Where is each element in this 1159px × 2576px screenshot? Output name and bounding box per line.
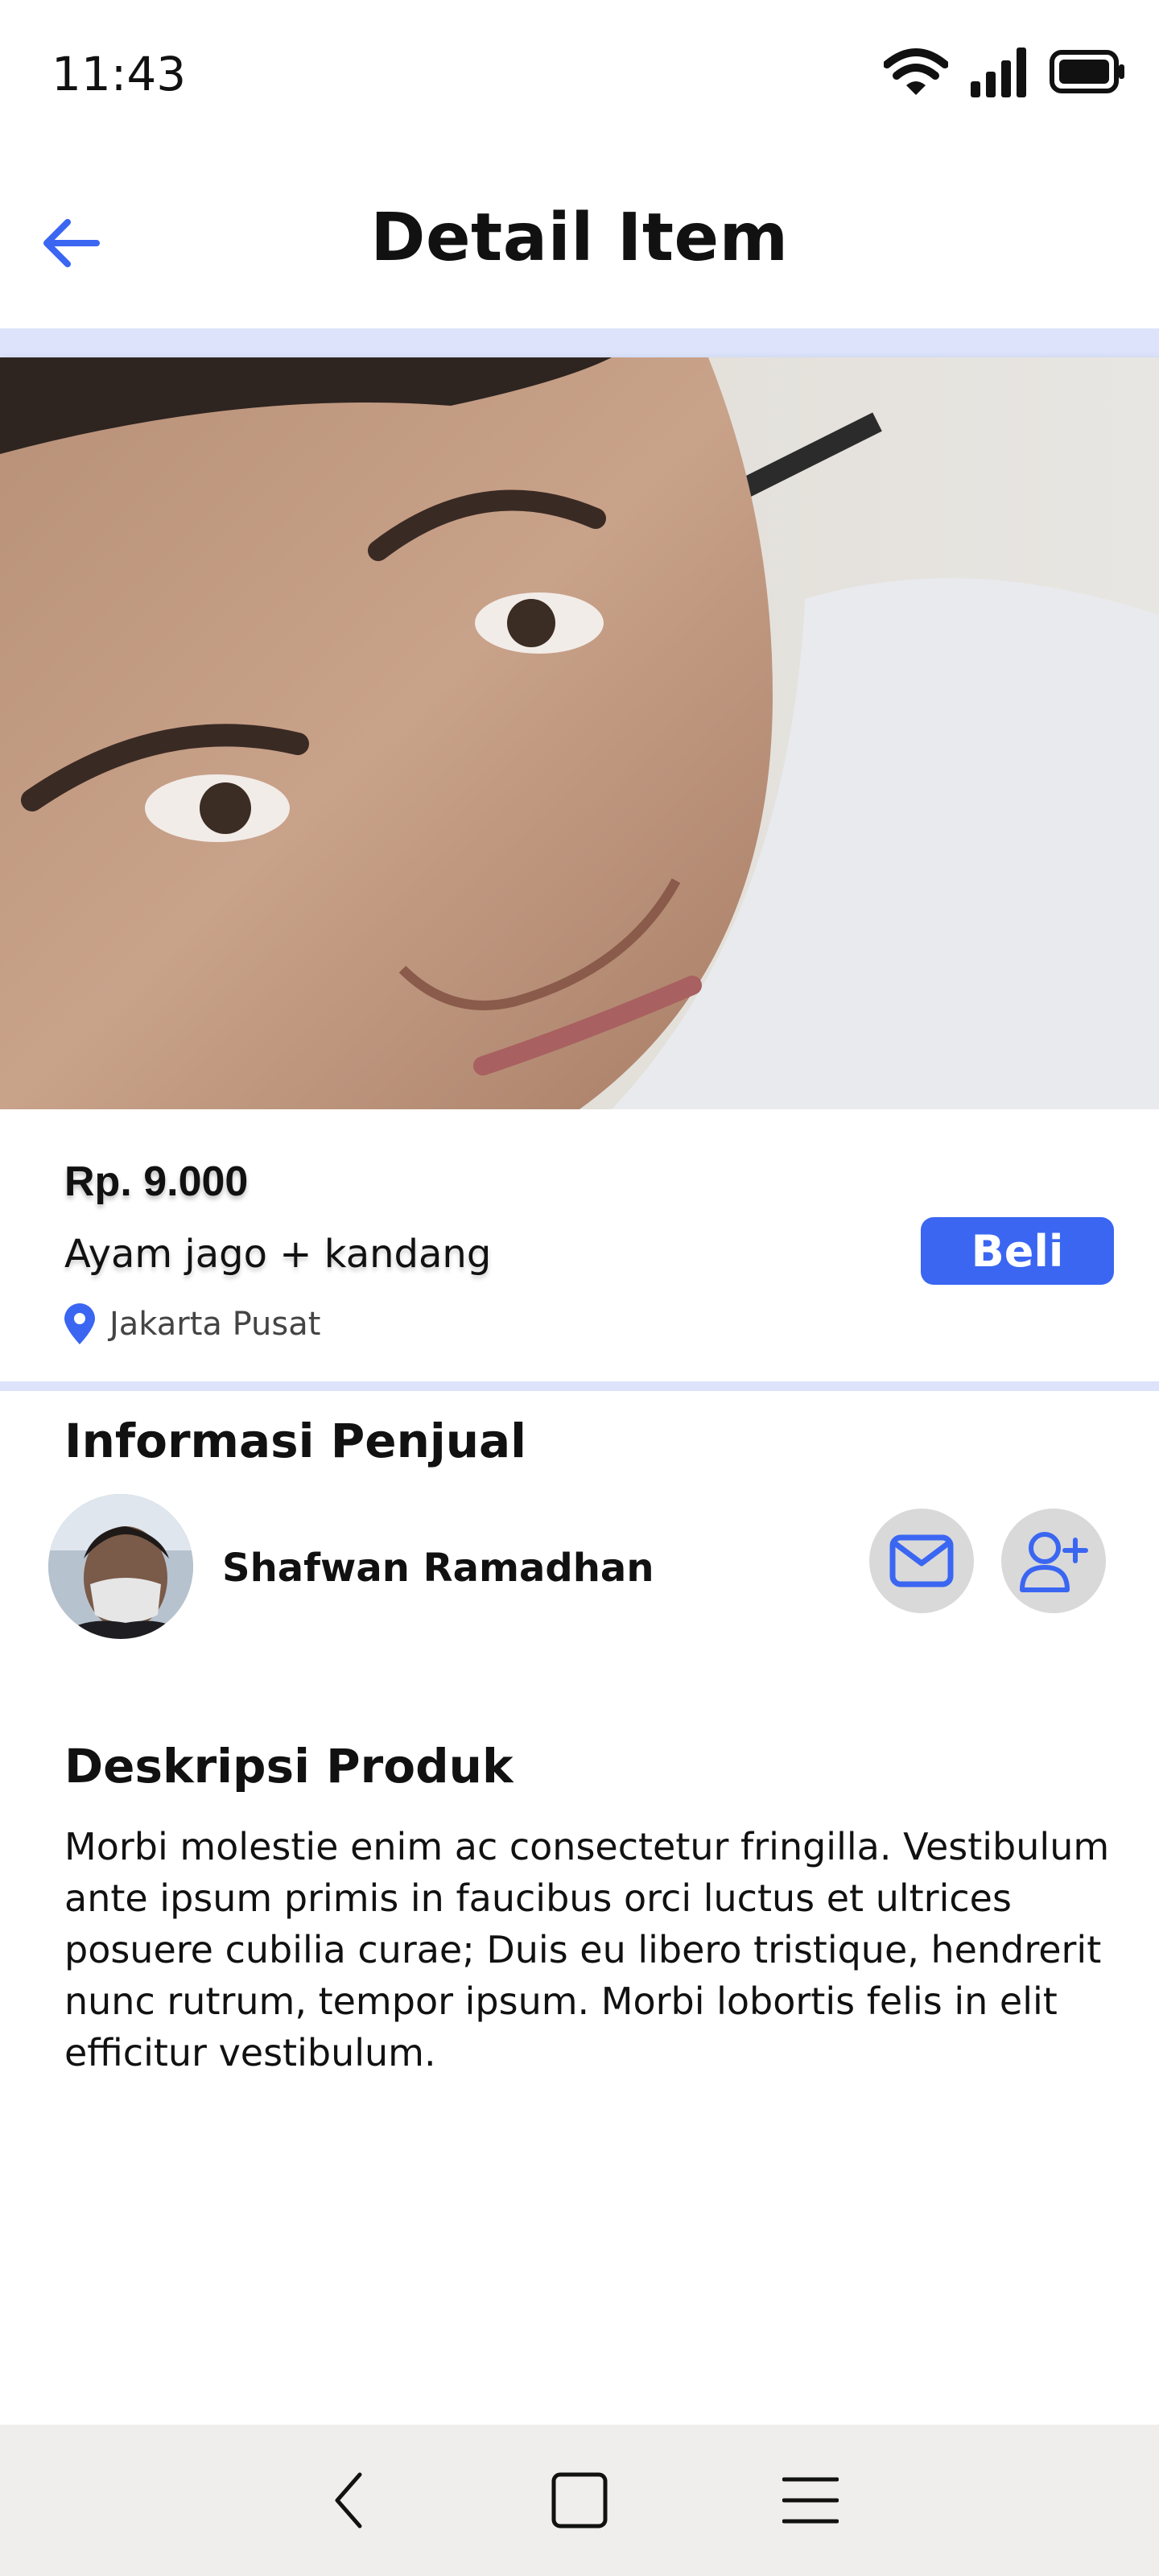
product-image (0, 357, 1159, 1109)
description-text: Morbi molestie enim ac consectetur fring… (64, 1825, 1110, 2074)
signal-icon (971, 47, 1026, 97)
product-price: Rp. 9.000 (64, 1158, 249, 1205)
product-location: Jakarta Pusat (61, 1302, 320, 1346)
status-time: 11:43 (52, 47, 187, 101)
buy-button[interactable]: Beli (921, 1217, 1114, 1285)
nav-home-button[interactable] (535, 2456, 624, 2545)
battery-icon (1050, 50, 1124, 93)
nav-back-button[interactable] (304, 2456, 393, 2545)
seller-section-heading: Informasi Penjual (64, 1414, 527, 1468)
nav-menu-button[interactable] (766, 2456, 855, 2545)
product-info: Rp. 9.000 Ayam jago + kandang Jakarta Pu… (0, 1109, 1159, 1383)
status-icons (884, 45, 1127, 98)
mail-icon (889, 1534, 954, 1587)
divider (0, 328, 1159, 357)
location-label: Jakarta Pusat (109, 1306, 321, 1343)
square-icon (551, 2472, 608, 2529)
description-heading: Deskripsi Produk (64, 1739, 514, 1794)
wifi-icon (884, 48, 948, 95)
product-name: Ayam jago + kandang (64, 1232, 492, 1277)
seller-avatar[interactable] (48, 1494, 193, 1639)
follow-seller-button[interactable] (1001, 1509, 1106, 1613)
header: Detail Item (0, 153, 1159, 330)
avatar-photo (48, 1494, 193, 1639)
product-photo (0, 357, 1159, 1109)
system-nav-bar (0, 2425, 1159, 2576)
divider (0, 1381, 1159, 1391)
user-plus-icon (1020, 1532, 1088, 1592)
status-bar: 11:43 (0, 0, 1159, 153)
chevron-left-icon (335, 2472, 362, 2529)
hamburger-icon (782, 2477, 839, 2524)
map-pin-icon (64, 1303, 95, 1344)
seller-name: Shafwan Ramadhan (222, 1546, 654, 1591)
page-title: Detail Item (370, 200, 789, 276)
message-seller-button[interactable] (869, 1509, 974, 1613)
